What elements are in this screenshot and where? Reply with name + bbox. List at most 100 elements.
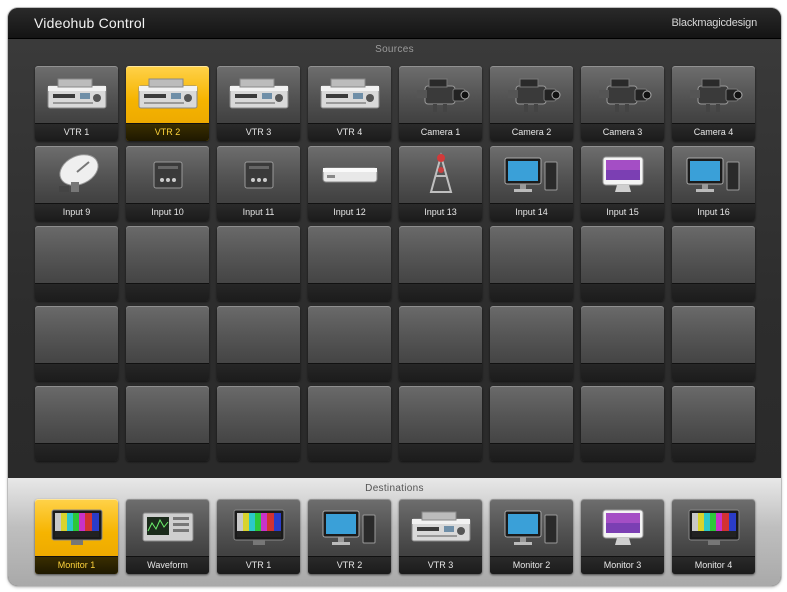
source-tile[interactable]: Input 9 xyxy=(35,146,118,221)
empty-slot-label xyxy=(35,443,118,461)
monitor-computer-icon xyxy=(490,146,573,202)
empty-source-slot[interactable] xyxy=(490,306,573,381)
empty-slot-label xyxy=(581,363,664,381)
empty-slot-label xyxy=(581,283,664,301)
empty-source-slot[interactable] xyxy=(126,306,209,381)
destination-tile-label: Monitor 1 xyxy=(35,556,118,574)
source-tile-label: Input 12 xyxy=(308,203,391,221)
empty-source-slot[interactable] xyxy=(35,226,118,301)
source-tile[interactable]: VTR 2 xyxy=(126,66,209,141)
app-title: Videohub Control xyxy=(34,15,146,31)
empty-source-slot[interactable] xyxy=(581,386,664,461)
empty-source-slot[interactable] xyxy=(308,386,391,461)
camera-icon xyxy=(399,66,482,122)
destinations-page-indicator[interactable] xyxy=(8,577,781,586)
source-tile[interactable]: Input 15 xyxy=(581,146,664,221)
empty-source-slot[interactable] xyxy=(581,306,664,381)
destination-tile-label: Waveform xyxy=(126,556,209,574)
empty-source-slot[interactable] xyxy=(399,306,482,381)
source-tile[interactable]: Input 10 xyxy=(126,146,209,221)
empty-slot-label xyxy=(35,363,118,381)
source-tile[interactable]: VTR 1 xyxy=(35,66,118,141)
vtr-deck-icon xyxy=(308,66,391,122)
sources-heading: Sources xyxy=(375,44,414,55)
vtr-deck-icon xyxy=(399,499,482,555)
source-tile[interactable]: VTR 4 xyxy=(308,66,391,141)
destination-tile[interactable]: Monitor 1 xyxy=(35,499,118,574)
empty-source-slot[interactable] xyxy=(308,306,391,381)
empty-slot-label xyxy=(581,443,664,461)
empty-source-slot[interactable] xyxy=(490,226,573,301)
satellite-dish-icon xyxy=(35,146,118,202)
source-tile[interactable]: Camera 1 xyxy=(399,66,482,141)
empty-source-slot[interactable] xyxy=(672,306,755,381)
source-tile[interactable]: Camera 4 xyxy=(672,66,755,141)
color-bars-monitor-icon xyxy=(35,499,118,555)
destination-tile[interactable]: Waveform xyxy=(126,499,209,574)
sources-grid: VTR 1 VTR 2 VTR 3 VTR 4 Camera 1 Camera … xyxy=(35,66,757,461)
destinations-heading: Destinations xyxy=(365,483,424,494)
empty-source-slot[interactable] xyxy=(217,226,300,301)
empty-source-slot[interactable] xyxy=(35,386,118,461)
camera-icon xyxy=(672,66,755,122)
vtr-deck-icon xyxy=(35,66,118,122)
empty-slot-label xyxy=(399,283,482,301)
empty-source-slot[interactable] xyxy=(217,306,300,381)
empty-source-slot[interactable] xyxy=(308,226,391,301)
empty-slot-label xyxy=(399,443,482,461)
source-tile[interactable]: Input 11 xyxy=(217,146,300,221)
source-tile-label: Input 11 xyxy=(217,203,300,221)
empty-slot-label xyxy=(490,283,573,301)
source-tile[interactable]: Camera 2 xyxy=(490,66,573,141)
empty-source-slot[interactable] xyxy=(581,226,664,301)
empty-slot-label xyxy=(490,443,573,461)
source-tile[interactable]: Input 16 xyxy=(672,146,755,221)
destination-tile[interactable]: VTR 2 xyxy=(308,499,391,574)
source-tile-label: VTR 2 xyxy=(126,123,209,141)
source-tile-label: VTR 4 xyxy=(308,123,391,141)
empty-slot-label xyxy=(672,283,755,301)
source-tile-label: Camera 3 xyxy=(581,123,664,141)
destination-tile-label: VTR 2 xyxy=(308,556,391,574)
empty-slot-label xyxy=(308,363,391,381)
source-tile[interactable]: Camera 3 xyxy=(581,66,664,141)
waveform-monitor-icon xyxy=(126,499,209,555)
destination-tile-label: Monitor 2 xyxy=(490,556,573,574)
source-tile-label: VTR 3 xyxy=(217,123,300,141)
empty-slot-label xyxy=(672,363,755,381)
empty-source-slot[interactable] xyxy=(399,386,482,461)
empty-source-slot[interactable] xyxy=(672,226,755,301)
source-tile[interactable]: Input 13 xyxy=(399,146,482,221)
destinations-row: Monitor 1 Waveform VTR 1 VTR 2 VTR 3 Mon xyxy=(35,499,757,574)
empty-source-slot[interactable] xyxy=(126,226,209,301)
camera-icon xyxy=(490,66,573,122)
destination-tile[interactable]: Monitor 3 xyxy=(581,499,664,574)
destination-tile[interactable]: Monitor 2 xyxy=(490,499,573,574)
empty-source-slot[interactable] xyxy=(126,386,209,461)
converter-box-icon xyxy=(126,146,209,202)
destination-tile-label: Monitor 3 xyxy=(581,556,664,574)
empty-slot-label xyxy=(308,283,391,301)
empty-slot-label xyxy=(308,443,391,461)
empty-source-slot[interactable] xyxy=(35,306,118,381)
rack-unit-icon xyxy=(308,146,391,202)
imac-computer-icon xyxy=(581,499,664,555)
source-tile[interactable]: Input 14 xyxy=(490,146,573,221)
destination-tile[interactable]: VTR 3 xyxy=(399,499,482,574)
empty-slot-label xyxy=(126,443,209,461)
empty-source-slot[interactable] xyxy=(399,226,482,301)
source-tile[interactable]: Input 12 xyxy=(308,146,391,221)
source-tile-label: Input 15 xyxy=(581,203,664,221)
videohub-window: Videohub Control Blackmagicdesign Source… xyxy=(8,8,781,586)
destination-tile[interactable]: Monitor 4 xyxy=(672,499,755,574)
source-tile[interactable]: VTR 3 xyxy=(217,66,300,141)
empty-source-slot[interactable] xyxy=(672,386,755,461)
empty-slot-label xyxy=(672,443,755,461)
destination-tile[interactable]: VTR 1 xyxy=(217,499,300,574)
empty-source-slot[interactable] xyxy=(490,386,573,461)
empty-source-slot[interactable] xyxy=(217,386,300,461)
color-bars-monitor-icon xyxy=(217,499,300,555)
empty-slot-label xyxy=(35,283,118,301)
source-tile-label: VTR 1 xyxy=(35,123,118,141)
destination-tile-label: Monitor 4 xyxy=(672,556,755,574)
